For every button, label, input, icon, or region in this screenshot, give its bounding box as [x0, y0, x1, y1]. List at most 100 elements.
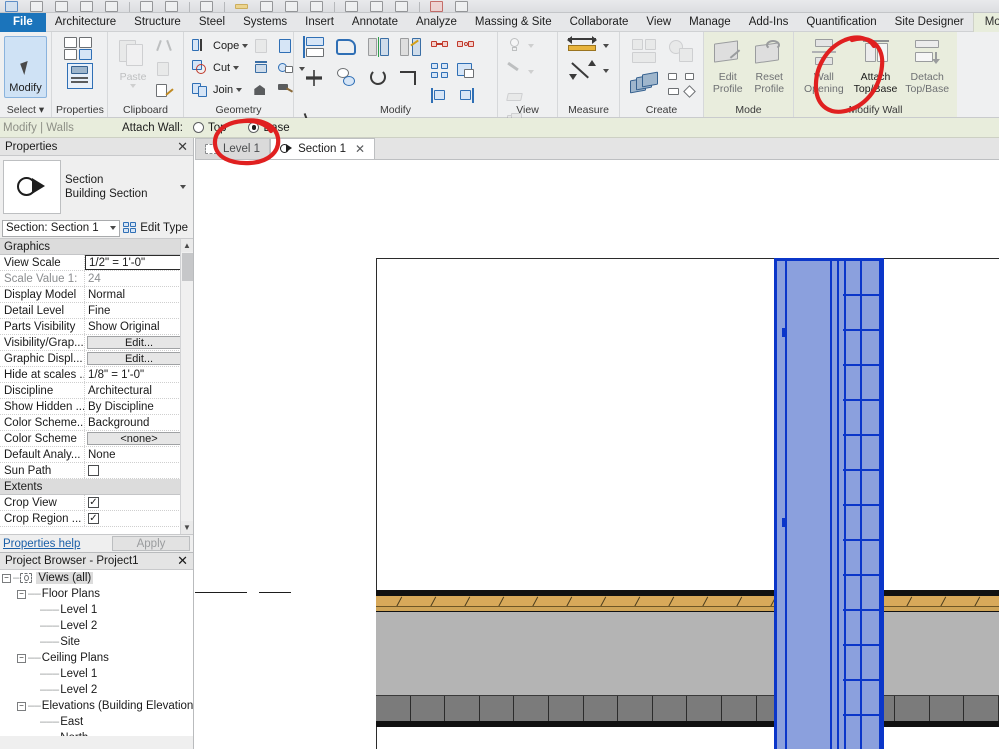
property-row[interactable]: Graphic Displ... Edit... [0, 351, 193, 367]
tab-quantification[interactable]: Quantification [797, 13, 885, 32]
tree-item-floorplan-level1[interactable]: ‒‒‒ Level 1 [0, 602, 193, 618]
array-grid-icon[interactable] [430, 61, 450, 81]
rotate-icon[interactable] [366, 66, 392, 90]
tab-collaborate[interactable]: Collaborate [561, 13, 638, 32]
align-icon[interactable] [302, 36, 328, 60]
tree-item-ceiling-plans[interactable]: − ‒‒ Ceiling Plans [0, 650, 193, 666]
property-row[interactable]: Discipline Architectural [0, 383, 193, 399]
property-value[interactable]: 1/2" = 1'-0" [85, 255, 193, 270]
join-caret-icon[interactable] [236, 88, 243, 92]
property-group-extents[interactable]: Extents ⌃ [0, 479, 193, 495]
quick-access-toolbar[interactable] [0, 0, 999, 13]
tree-item-ceilingplan-level1[interactable]: ‒‒‒ Level 1 [0, 666, 193, 682]
property-row[interactable]: Sun Path [0, 463, 193, 479]
property-value[interactable]: By Discipline [85, 399, 193, 414]
apply-button[interactable]: Apply [112, 536, 190, 551]
undo-icon[interactable] [139, 0, 155, 12]
tab-insert[interactable]: Insert [296, 13, 343, 32]
mirror-draw-axis-icon[interactable] [398, 36, 424, 60]
detach-top-base-button[interactable]: Detach Top/Base [901, 36, 953, 95]
properties-tiles-icon[interactable] [62, 36, 98, 62]
property-value[interactable]: Background [85, 415, 193, 430]
cutprofile-caret-icon[interactable] [528, 70, 534, 74]
close-icon[interactable]: ✕ [177, 554, 188, 567]
create-part-icon[interactable] [629, 36, 661, 66]
wall-drag-grip[interactable] [782, 328, 786, 337]
scrollbar-thumb[interactable] [182, 253, 193, 281]
drawing-canvas[interactable] [195, 160, 999, 749]
cut-profile-button[interactable] [505, 61, 534, 82]
type-selector-caret-icon[interactable] [180, 185, 190, 189]
section-box-icon[interactable] [344, 0, 360, 12]
cope-caret-icon[interactable] [242, 44, 249, 48]
tab-manage[interactable]: Manage [680, 13, 740, 32]
measure-between-button[interactable] [566, 36, 609, 56]
align-right-icon[interactable] [456, 86, 476, 106]
split-face-icon[interactable] [252, 59, 272, 79]
paste-button[interactable]: Paste [116, 36, 150, 88]
panel-title-select[interactable]: Select ▾ [4, 103, 47, 117]
sync-icon[interactable] [104, 0, 120, 12]
close-icon[interactable]: ✕ [355, 142, 365, 156]
view-tab-section-1[interactable]: Section 1 ✕ [270, 138, 376, 159]
tab-structure[interactable]: Structure [125, 13, 190, 32]
expander-minus-icon[interactable]: − [2, 573, 11, 583]
properties-panel-icon[interactable] [66, 63, 93, 89]
view-tab-level-1[interactable]: Level 1 [195, 138, 271, 159]
reveal-hidden-button[interactable] [505, 36, 534, 56]
reveal-caret-icon[interactable] [528, 44, 534, 48]
cut-button[interactable]: Cut [190, 58, 248, 78]
instance-combo[interactable]: Section: Section 1 [2, 219, 121, 237]
array-linear-icon[interactable] [430, 36, 450, 56]
properties-help-link[interactable]: Properties help [3, 538, 80, 550]
floor-assembly[interactable] [376, 590, 999, 727]
mirror-pick-axis-icon[interactable] [366, 36, 392, 60]
text-icon[interactable] [309, 0, 325, 12]
cut-caret-icon[interactable] [233, 66, 240, 70]
scroll-down-icon[interactable]: ▼ [181, 521, 193, 534]
expander-minus-icon[interactable]: − [17, 653, 26, 663]
tab-analyze[interactable]: Analyze [407, 13, 466, 32]
save-as-icon[interactable] [79, 0, 95, 12]
modify-button[interactable]: Modify [4, 36, 47, 98]
match-type-icon[interactable] [155, 82, 175, 102]
property-group-graphics[interactable]: Graphics ⌃ [0, 239, 193, 255]
tab-architecture[interactable]: Architecture [46, 13, 125, 32]
crop-region-visible-checkbox[interactable]: ✓ [88, 513, 99, 524]
tab-annotate[interactable]: Annotate [343, 13, 407, 32]
project-browser-tree[interactable]: − ‒ Views (all) − ‒‒ Floor Plans ‒‒‒ Lev… [0, 570, 193, 736]
property-value[interactable]: None [85, 447, 193, 462]
property-row[interactable]: Display Model Normal [0, 287, 193, 303]
selected-wall[interactable] [774, 258, 884, 749]
sun-path-checkbox[interactable] [88, 465, 99, 476]
scroll-up-icon[interactable]: ▲ [181, 239, 193, 252]
radio-attach-top[interactable]: Top [192, 122, 226, 134]
property-row[interactable]: Color Scheme... Background [0, 415, 193, 431]
radio-base-dot[interactable] [248, 122, 260, 133]
tree-item-floorplan-site[interactable]: ‒‒‒ Site [0, 634, 193, 650]
measure-caret-icon[interactable] [603, 44, 609, 48]
measure-along-caret-icon[interactable] [603, 69, 609, 73]
switch-window-icon[interactable] [454, 0, 470, 12]
paste-caret-icon[interactable] [130, 83, 136, 88]
paint-icon[interactable] [252, 81, 272, 101]
tree-item-floor-plans[interactable]: − ‒‒ Floor Plans [0, 586, 193, 602]
property-row[interactable]: Crop View ✓ [0, 495, 193, 511]
create-similar-icon[interactable] [629, 71, 661, 99]
copy-elements-icon[interactable] [334, 66, 360, 90]
tab-site-designer[interactable]: Site Designer [886, 13, 973, 32]
close-hidden-icon[interactable] [429, 0, 445, 12]
thin-lines-icon[interactable] [369, 0, 385, 12]
wall-opening-button[interactable]: Wall Opening [798, 36, 850, 95]
graphic-display-edit-button[interactable]: Edit... [87, 352, 191, 365]
measure-along-button[interactable] [566, 60, 609, 81]
edit-profile-button[interactable]: Edit Profile [708, 36, 748, 95]
tree-item-views-all[interactable]: − ‒ Views (all) [0, 570, 193, 586]
crop-view-checkbox[interactable]: ✓ [88, 497, 99, 508]
trim-extend-icon[interactable] [398, 66, 424, 90]
type-selector[interactable]: Section Building Section [0, 156, 193, 218]
property-value[interactable]: Normal [85, 287, 193, 302]
move-icon[interactable] [302, 66, 328, 90]
tree-item-elevation-east[interactable]: ‒‒‒ East [0, 714, 193, 730]
property-row[interactable]: Hide at scales ... 1/8" = 1'-0" [0, 367, 193, 383]
